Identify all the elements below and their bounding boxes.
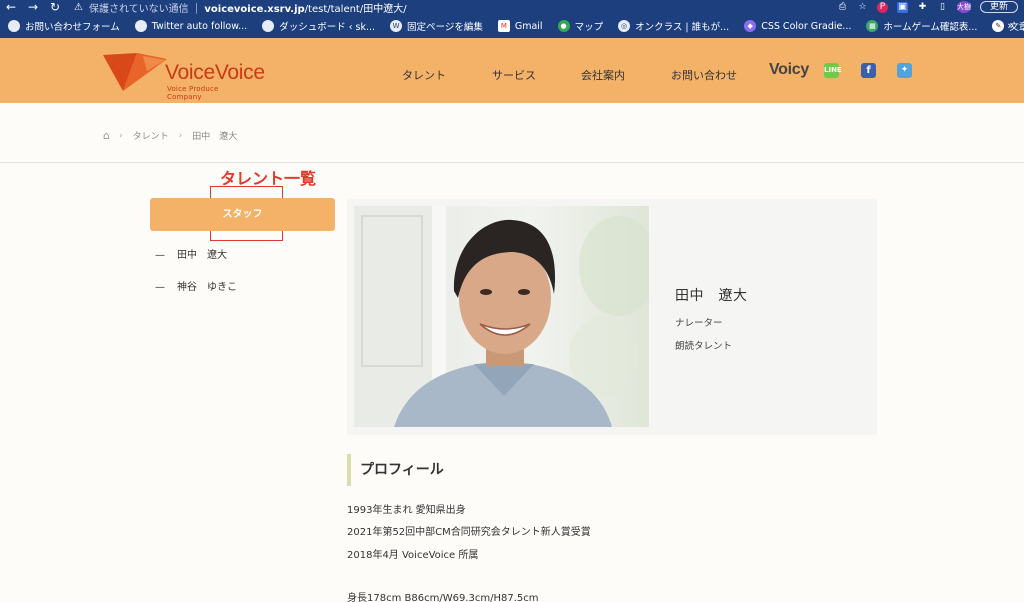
breadcrumb-current: 田中 遼大: [192, 132, 238, 142]
url-host: voicevoice.xsrv.jp: [204, 3, 305, 15]
share-icon[interactable]: ⎙: [837, 2, 848, 13]
profile-line: 2018年4月 VoiceVoice 所属: [347, 550, 479, 561]
onclass-icon: ◎: [618, 20, 631, 32]
profile-avatar[interactable]: 大樹: [956, 1, 971, 13]
forward-icon[interactable]: →: [22, 0, 44, 14]
line-icon[interactable]: LINE: [824, 63, 842, 78]
maps-icon: ●: [557, 20, 570, 32]
gradient-icon: ◆: [744, 20, 757, 32]
profile-heading: プロフィール: [347, 454, 444, 486]
puzzle-icon[interactable]: ✚: [917, 2, 928, 13]
talent-card: 田中 遼大 ナレーター 朗読タレント: [347, 199, 877, 435]
bookmark-item[interactable]: Twitter auto follow...: [134, 20, 247, 32]
address-bar[interactable]: ⚠ 保護されていない通信 | voicevoice.xsrv.jp/test/t…: [74, 0, 774, 15]
reload-icon[interactable]: ↻: [44, 0, 66, 14]
sidebar-item-label: 田中 遼大: [177, 250, 227, 261]
list-dash: —: [155, 282, 165, 293]
nav-talent[interactable]: タレント: [402, 67, 446, 83]
bookmark-item[interactable]: W 固定ページを編集: [390, 19, 483, 33]
sidebar-item-kamiya[interactable]: — 神谷 ゆきこ: [155, 278, 237, 293]
browser-toolbar: ← → ↻ ⚠ 保護されていない通信 | voicevoice.xsrv.jp/…: [0, 0, 1024, 14]
home-icon[interactable]: ⌂: [103, 129, 110, 142]
staff-category-button[interactable]: スタッフ: [150, 198, 335, 231]
sheet-icon: ▦: [866, 20, 879, 32]
globe-icon: [8, 20, 20, 32]
gmail-icon: M: [497, 20, 510, 32]
address-separator: |: [194, 0, 199, 14]
breadcrumb: ⌂ › タレント › 田中 遼大: [103, 129, 237, 142]
logo-tagline: Voice Produce Company: [167, 85, 219, 101]
profile-line: 2021年第52回中部CM合同研究会タレント新人賞受賞: [347, 527, 591, 538]
pinterest-icon[interactable]: P: [876, 1, 888, 13]
nav-service[interactable]: サービス: [492, 67, 536, 83]
site-header: VoiceVoice Voice Produce Company タレント サー…: [0, 38, 1024, 103]
profile-line: 1993年生まれ 愛知県出身: [347, 505, 466, 516]
sidepanel-icon[interactable]: ▯: [937, 2, 948, 13]
twitter-icon[interactable]: ✦: [897, 63, 912, 78]
bookmark-item[interactable]: お問い合わせフォーム: [8, 19, 120, 33]
extension-icon[interactable]: ▣: [896, 1, 908, 13]
logo-name: VoiceVoice: [165, 61, 265, 84]
bookmark-item[interactable]: ● マップ: [557, 19, 603, 33]
facebook-icon[interactable]: f: [861, 63, 876, 78]
breadcrumb-separator: ›: [118, 130, 123, 141]
list-dash: —: [155, 250, 165, 261]
insecure-label: 保護されていない通信: [88, 3, 189, 15]
back-icon[interactable]: ←: [0, 0, 22, 14]
voicy-link[interactable]: Voicy: [769, 61, 809, 79]
url-path: /test/talent/田中遼大/: [304, 3, 407, 15]
talent-name: 田中 遼大: [675, 288, 748, 304]
talent-photo: [354, 206, 649, 427]
bookmark-item[interactable]: ◆ CSS Color Gradie...: [744, 20, 851, 32]
nav-contact[interactable]: お問い合わせ: [671, 67, 737, 83]
breadcrumb-separator: ›: [178, 130, 183, 141]
tool-icon: ✎: [992, 20, 1005, 32]
bookmark-star-icon[interactable]: ☆: [857, 2, 868, 13]
portrait-image: [354, 206, 649, 427]
header-divider: [0, 162, 1024, 163]
site-logo[interactable]: VoiceVoice Voice Produce Company: [103, 49, 265, 101]
url-text: voicevoice.xsrv.jp/test/talent/田中遼大/: [204, 0, 407, 15]
bookmark-item[interactable]: M Gmail: [497, 20, 543, 32]
bookmark-item[interactable]: ◎ オンクラス | 誰もが...: [618, 19, 729, 33]
talent-role: ナレーター: [675, 318, 723, 329]
sidebar-item-tanaka[interactable]: — 田中 遼大: [155, 246, 227, 261]
bookmark-item[interactable]: ダッシュボード ‹ sk...: [262, 19, 375, 33]
warning-icon: ⚠: [74, 1, 83, 13]
globe-icon: [134, 20, 147, 32]
wordpress-icon: W: [390, 20, 403, 32]
sidebar-item-label: 神谷 ゆきこ: [177, 282, 237, 293]
bookmark-item[interactable]: ▦ ホームゲーム確認表...: [866, 19, 977, 33]
breadcrumb-talent[interactable]: タレント: [133, 129, 169, 142]
globe-icon: [262, 20, 275, 32]
nav-company[interactable]: 会社案内: [581, 67, 625, 83]
talent-role: 朗読タレント: [675, 341, 733, 352]
bookmarks-bar: お問い合わせフォーム Twitter auto follow... ダッシュボー…: [0, 14, 1024, 38]
update-button[interactable]: 更新: [979, 1, 1018, 13]
bookmarks-overflow-icon[interactable]: »: [1007, 19, 1014, 32]
toolbar-actions: ⎙ ☆ P ▣ ✚ ▯ 大樹 更新: [837, 0, 1024, 14]
profile-line: 身長178cm B86cm/W69.3cm/H87.5cm: [347, 593, 539, 602]
